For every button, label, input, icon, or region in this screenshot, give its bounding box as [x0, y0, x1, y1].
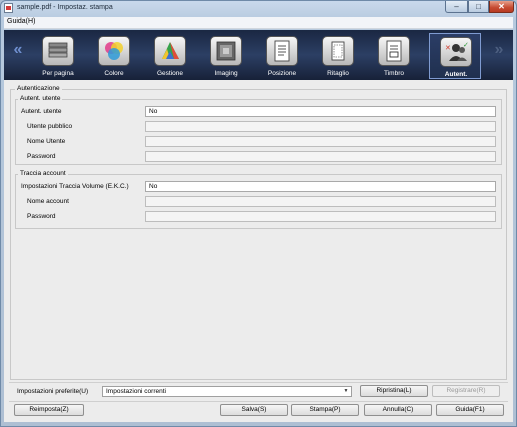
public-user-label: Utente pubblico [27, 123, 73, 130]
tab-label: Imaging [214, 70, 238, 77]
user-name-field[interactable] [145, 136, 496, 147]
user-auth-label: Autent. utente [21, 108, 62, 115]
svg-text:✕: ✕ [445, 44, 451, 52]
footer-divider-bottom [9, 401, 508, 402]
tab-label: Autent. [444, 71, 468, 78]
tab-timbro[interactable]: Timbro [368, 33, 420, 79]
tab-label: Colore [104, 70, 124, 77]
settings-panel: Autenticazione Autent. utente Autent. ut… [4, 80, 513, 422]
user-auth-group: Autent. utente Autent. utente No Utente … [15, 95, 502, 165]
account-track-group: Traccia account Impostazioni Traccia Vol… [15, 170, 502, 229]
user-auth-value[interactable]: No [145, 106, 496, 117]
save-button[interactable]: Salva(S) [220, 404, 288, 416]
pdf-document-icon [4, 3, 13, 13]
authentication-group: Autenticazione Autent. utente Autent. ut… [10, 85, 507, 380]
chevron-down-icon: ▼ [343, 388, 349, 394]
color-management-icon [154, 36, 186, 66]
user-auth-group-title: Autent. utente [18, 95, 63, 102]
next-arrow-icon[interactable]: » [492, 40, 506, 60]
tab-posizione[interactable]: Posizione [256, 33, 308, 79]
position-icon [266, 36, 298, 66]
tab-label: Posizione [267, 70, 297, 77]
stamp-icon [378, 36, 410, 66]
close-button[interactable]: ✕ [489, 1, 514, 13]
prev-arrow-icon[interactable]: « [11, 40, 25, 60]
crop-icon [322, 36, 354, 66]
tab-autent[interactable]: ✕ ✓ Autent. [429, 33, 481, 79]
menu-help[interactable]: Guida(H) [7, 18, 35, 25]
user-password-field[interactable] [145, 151, 496, 162]
svg-text:✓: ✓ [463, 41, 469, 49]
user-name-label: Nome Utente [27, 138, 66, 145]
reset-button[interactable]: Reimposta(Z) [14, 404, 84, 416]
tab-label: Gestione [156, 70, 184, 77]
minimize-icon: – [454, 2, 459, 11]
footer-divider [9, 382, 508, 383]
restore-button[interactable]: Ripristina(L) [360, 385, 428, 397]
favorites-select[interactable]: Impostazioni correnti ▼ [102, 386, 352, 397]
public-user-field[interactable] [145, 121, 496, 132]
title-bar[interactable]: sample.pdf - Impostaz. stampa – □ ✕ [1, 1, 516, 16]
cancel-button[interactable]: Annulla(C) [364, 404, 432, 416]
authentication-users-icon: ✕ ✓ [440, 37, 472, 67]
print-settings-window: sample.pdf - Impostaz. stampa – □ ✕ Guid… [0, 0, 517, 427]
account-password-field[interactable] [145, 211, 496, 222]
help-button[interactable]: Guida(F1) [436, 404, 504, 416]
volume-track-label: Impostazioni Traccia Volume (E.K.C.) [21, 183, 129, 190]
user-password-label: Password [27, 153, 56, 160]
tab-imaging[interactable]: Imaging [200, 33, 252, 79]
register-button[interactable]: Registrare(R) [432, 385, 500, 397]
menu-bar: Guida(H) [4, 17, 513, 29]
tab-label: Ritaglio [327, 70, 349, 77]
account-name-field[interactable] [145, 196, 496, 207]
close-icon: ✕ [498, 2, 505, 11]
minimize-button[interactable]: – [445, 1, 468, 13]
imaging-icon [210, 36, 242, 66]
color-circles-icon [98, 36, 130, 66]
window-title: sample.pdf - Impostaz. stampa [17, 4, 113, 11]
volume-track-value[interactable]: No [145, 181, 496, 192]
account-track-group-title: Traccia account [18, 170, 68, 177]
tab-per-pagina[interactable]: Per pagina [32, 33, 84, 79]
authentication-group-title: Autenticazione [15, 85, 62, 92]
account-name-label: Nome account [27, 198, 69, 205]
account-password-label: Password [27, 213, 56, 220]
maximize-button[interactable]: □ [468, 1, 489, 13]
category-toolbar: « Per pagina Colore Gestione Imaging Pos… [4, 30, 513, 80]
favorites-label: Impostazioni preferite(U) [17, 388, 89, 395]
maximize-icon: □ [476, 2, 481, 11]
tab-colore[interactable]: Colore [88, 33, 140, 79]
print-button[interactable]: Stampa(P) [291, 404, 359, 416]
pages-icon [42, 36, 74, 66]
tab-gestione[interactable]: Gestione [144, 33, 196, 79]
tab-ritaglio[interactable]: Ritaglio [312, 33, 364, 79]
tab-label: Per pagina [42, 70, 74, 77]
tab-label: Timbro [384, 70, 404, 77]
favorites-select-value: Impostazioni correnti [106, 388, 166, 395]
